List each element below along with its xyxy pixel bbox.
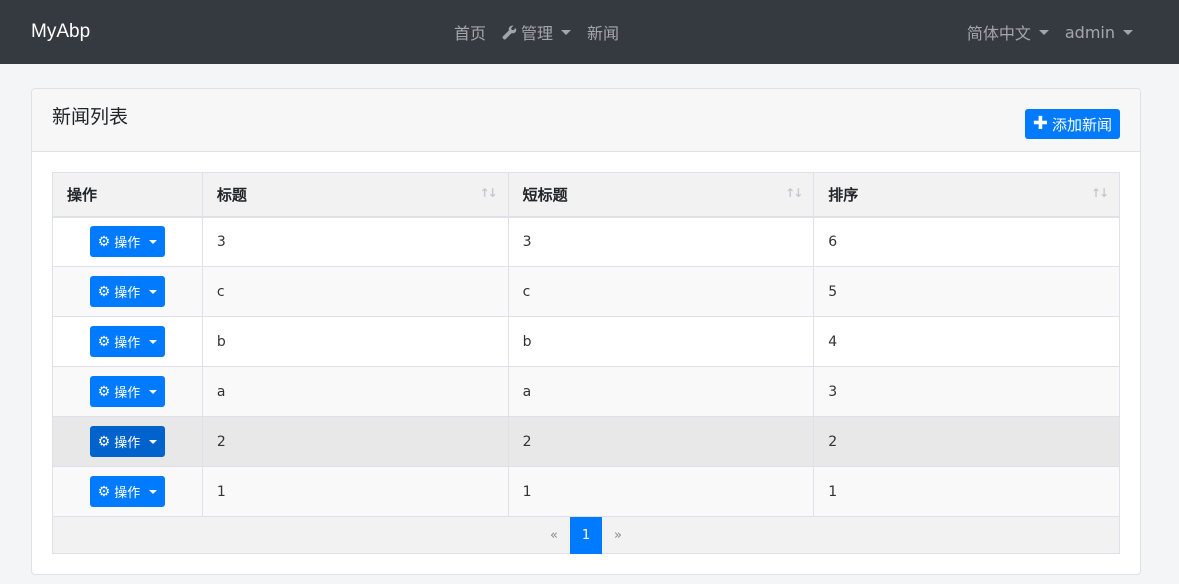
chevron-down-icon <box>149 489 158 494</box>
action-dropdown-button[interactable]: ⚙ 操作 <box>89 426 166 457</box>
cell-short-title: b <box>507 316 815 367</box>
cell-title: 1 <box>201 466 509 517</box>
cell-short-title: c <box>507 266 815 317</box>
action-label: 操作 <box>114 236 141 252</box>
main-nav: 首页 管理 新闻 <box>454 0 619 64</box>
nav-home-label: 首页 <box>454 24 487 43</box>
action-cell: ⚙ 操作 <box>52 316 203 367</box>
chevron-down-icon <box>149 389 158 394</box>
action-dropdown-button[interactable]: ⚙ 操作 <box>89 276 166 307</box>
action-cell: ⚙ 操作 <box>52 466 203 517</box>
cell-title: a <box>201 366 509 417</box>
chevron-down-icon <box>1038 29 1049 35</box>
action-dropdown-button[interactable]: ⚙ 操作 <box>89 326 166 357</box>
table-header-row: 操作 标题 ↑↓ 短标题 ↑↓ 排序 ↑↓ <box>52 172 1120 218</box>
cell-short-title: a <box>507 366 815 417</box>
cell-order: 3 <box>813 366 1120 417</box>
column-header-short-title[interactable]: 短标题 ↑↓ <box>507 172 815 218</box>
action-cell: ⚙ 操作 <box>52 366 203 417</box>
nav-admin-dropdown[interactable]: 管理 <box>502 20 572 44</box>
action-dropdown-button[interactable]: ⚙ 操作 <box>89 476 166 507</box>
nav-right: 简体中文 admin <box>967 0 1133 64</box>
language-dropdown[interactable]: 简体中文 <box>967 20 1049 44</box>
chevron-down-icon <box>1123 29 1133 35</box>
cell-order: 2 <box>813 416 1120 467</box>
chevron-down-icon <box>149 439 158 444</box>
cell-order: 1 <box>813 466 1120 517</box>
user-dropdown[interactable]: admin <box>1065 23 1133 42</box>
pagination: « 1 » <box>52 516 1120 554</box>
plus-icon: ✚ <box>1032 113 1048 134</box>
language-label: 简体中文 <box>966 24 1031 43</box>
gear-icon: ⚙ <box>97 433 111 450</box>
table-row: ⚙ 操作 b b 4 <box>52 316 1120 367</box>
add-news-button[interactable]: ✚ 添加新闻 <box>1024 109 1120 139</box>
action-dropdown-button[interactable]: ⚙ 操作 <box>89 376 166 407</box>
page-title: 新闻列表 <box>52 106 129 128</box>
user-label: admin <box>1064 22 1115 42</box>
sort-icon: ↑↓ <box>785 186 803 200</box>
gear-icon: ⚙ <box>97 233 111 250</box>
table-row: ⚙ 操作 c c 5 <box>52 266 1120 317</box>
gear-icon: ⚙ <box>97 283 111 300</box>
nav-news-label: 新闻 <box>587 24 620 43</box>
news-table-wrapper: 操作 标题 ↑↓ 短标题 ↑↓ 排序 ↑↓ ⚙ 操作 3 3 6 ⚙ 操作 c … <box>52 172 1120 554</box>
cell-title: b <box>201 316 509 367</box>
table-row: ⚙ 操作 2 2 2 <box>52 416 1120 467</box>
cell-title: c <box>201 266 509 317</box>
gear-icon: ⚙ <box>97 333 111 350</box>
navbar: MyAbp 首页 管理 新闻 简体中文 admin <box>0 0 1179 64</box>
action-label: 操作 <box>114 436 141 451</box>
cell-short-title: 2 <box>507 416 815 467</box>
sort-icon: ↑↓ <box>1090 186 1109 200</box>
nav-admin-label: 管理 <box>521 24 554 43</box>
cell-title: 2 <box>201 416 509 467</box>
table-row: ⚙ 操作 a a 3 <box>52 366 1120 417</box>
nav-home[interactable]: 首页 <box>454 20 486 44</box>
sort-icon: ↑↓ <box>479 186 497 200</box>
column-header-title[interactable]: 标题 ↑↓ <box>201 172 509 218</box>
cell-order: 6 <box>813 216 1120 267</box>
cell-order: 4 <box>813 316 1120 367</box>
action-label: 操作 <box>114 486 141 501</box>
cell-order: 5 <box>813 266 1120 317</box>
cell-short-title: 3 <box>507 216 815 267</box>
news-table: 操作 标题 ↑↓ 短标题 ↑↓ 排序 ↑↓ ⚙ 操作 3 3 6 ⚙ 操作 c … <box>52 172 1120 517</box>
chevron-down-icon <box>149 289 158 294</box>
gear-icon: ⚙ <box>97 383 111 400</box>
chevron-down-icon <box>561 29 572 35</box>
column-header-action: 操作 <box>52 172 203 218</box>
cell-short-title: 1 <box>507 466 815 517</box>
gear-icon: ⚙ <box>97 483 111 500</box>
card-header: 新闻列表 ✚ 添加新闻 <box>32 89 1140 152</box>
table-row: ⚙ 操作 3 3 6 <box>52 216 1120 267</box>
nav-news[interactable]: 新闻 <box>587 20 619 44</box>
action-label: 操作 <box>114 286 141 301</box>
chevron-down-icon <box>149 239 158 244</box>
pagination-prev[interactable]: « <box>538 517 570 554</box>
pagination-next[interactable]: » <box>602 517 634 554</box>
action-cell: ⚙ 操作 <box>52 216 203 267</box>
action-cell: ⚙ 操作 <box>52 266 203 317</box>
column-header-order[interactable]: 排序 ↑↓ <box>813 172 1120 218</box>
action-label: 操作 <box>114 386 141 401</box>
cell-title: 3 <box>201 216 509 267</box>
action-cell: ⚙ 操作 <box>52 416 203 467</box>
add-news-label: 添加新闻 <box>1051 115 1112 134</box>
action-label: 操作 <box>114 336 141 351</box>
table-row: ⚙ 操作 1 1 1 <box>52 466 1120 517</box>
pagination-page-1[interactable]: 1 <box>570 516 602 554</box>
news-card: 新闻列表 ✚ 添加新闻 操作 标题 ↑↓ 短标题 ↑↓ 排序 ↑↓ ⚙ 操作 3… <box>31 88 1141 575</box>
chevron-down-icon <box>149 339 158 344</box>
brand-logo[interactable]: MyAbp <box>31 21 90 43</box>
action-dropdown-button[interactable]: ⚙ 操作 <box>89 226 166 258</box>
wrench-icon <box>502 25 517 39</box>
